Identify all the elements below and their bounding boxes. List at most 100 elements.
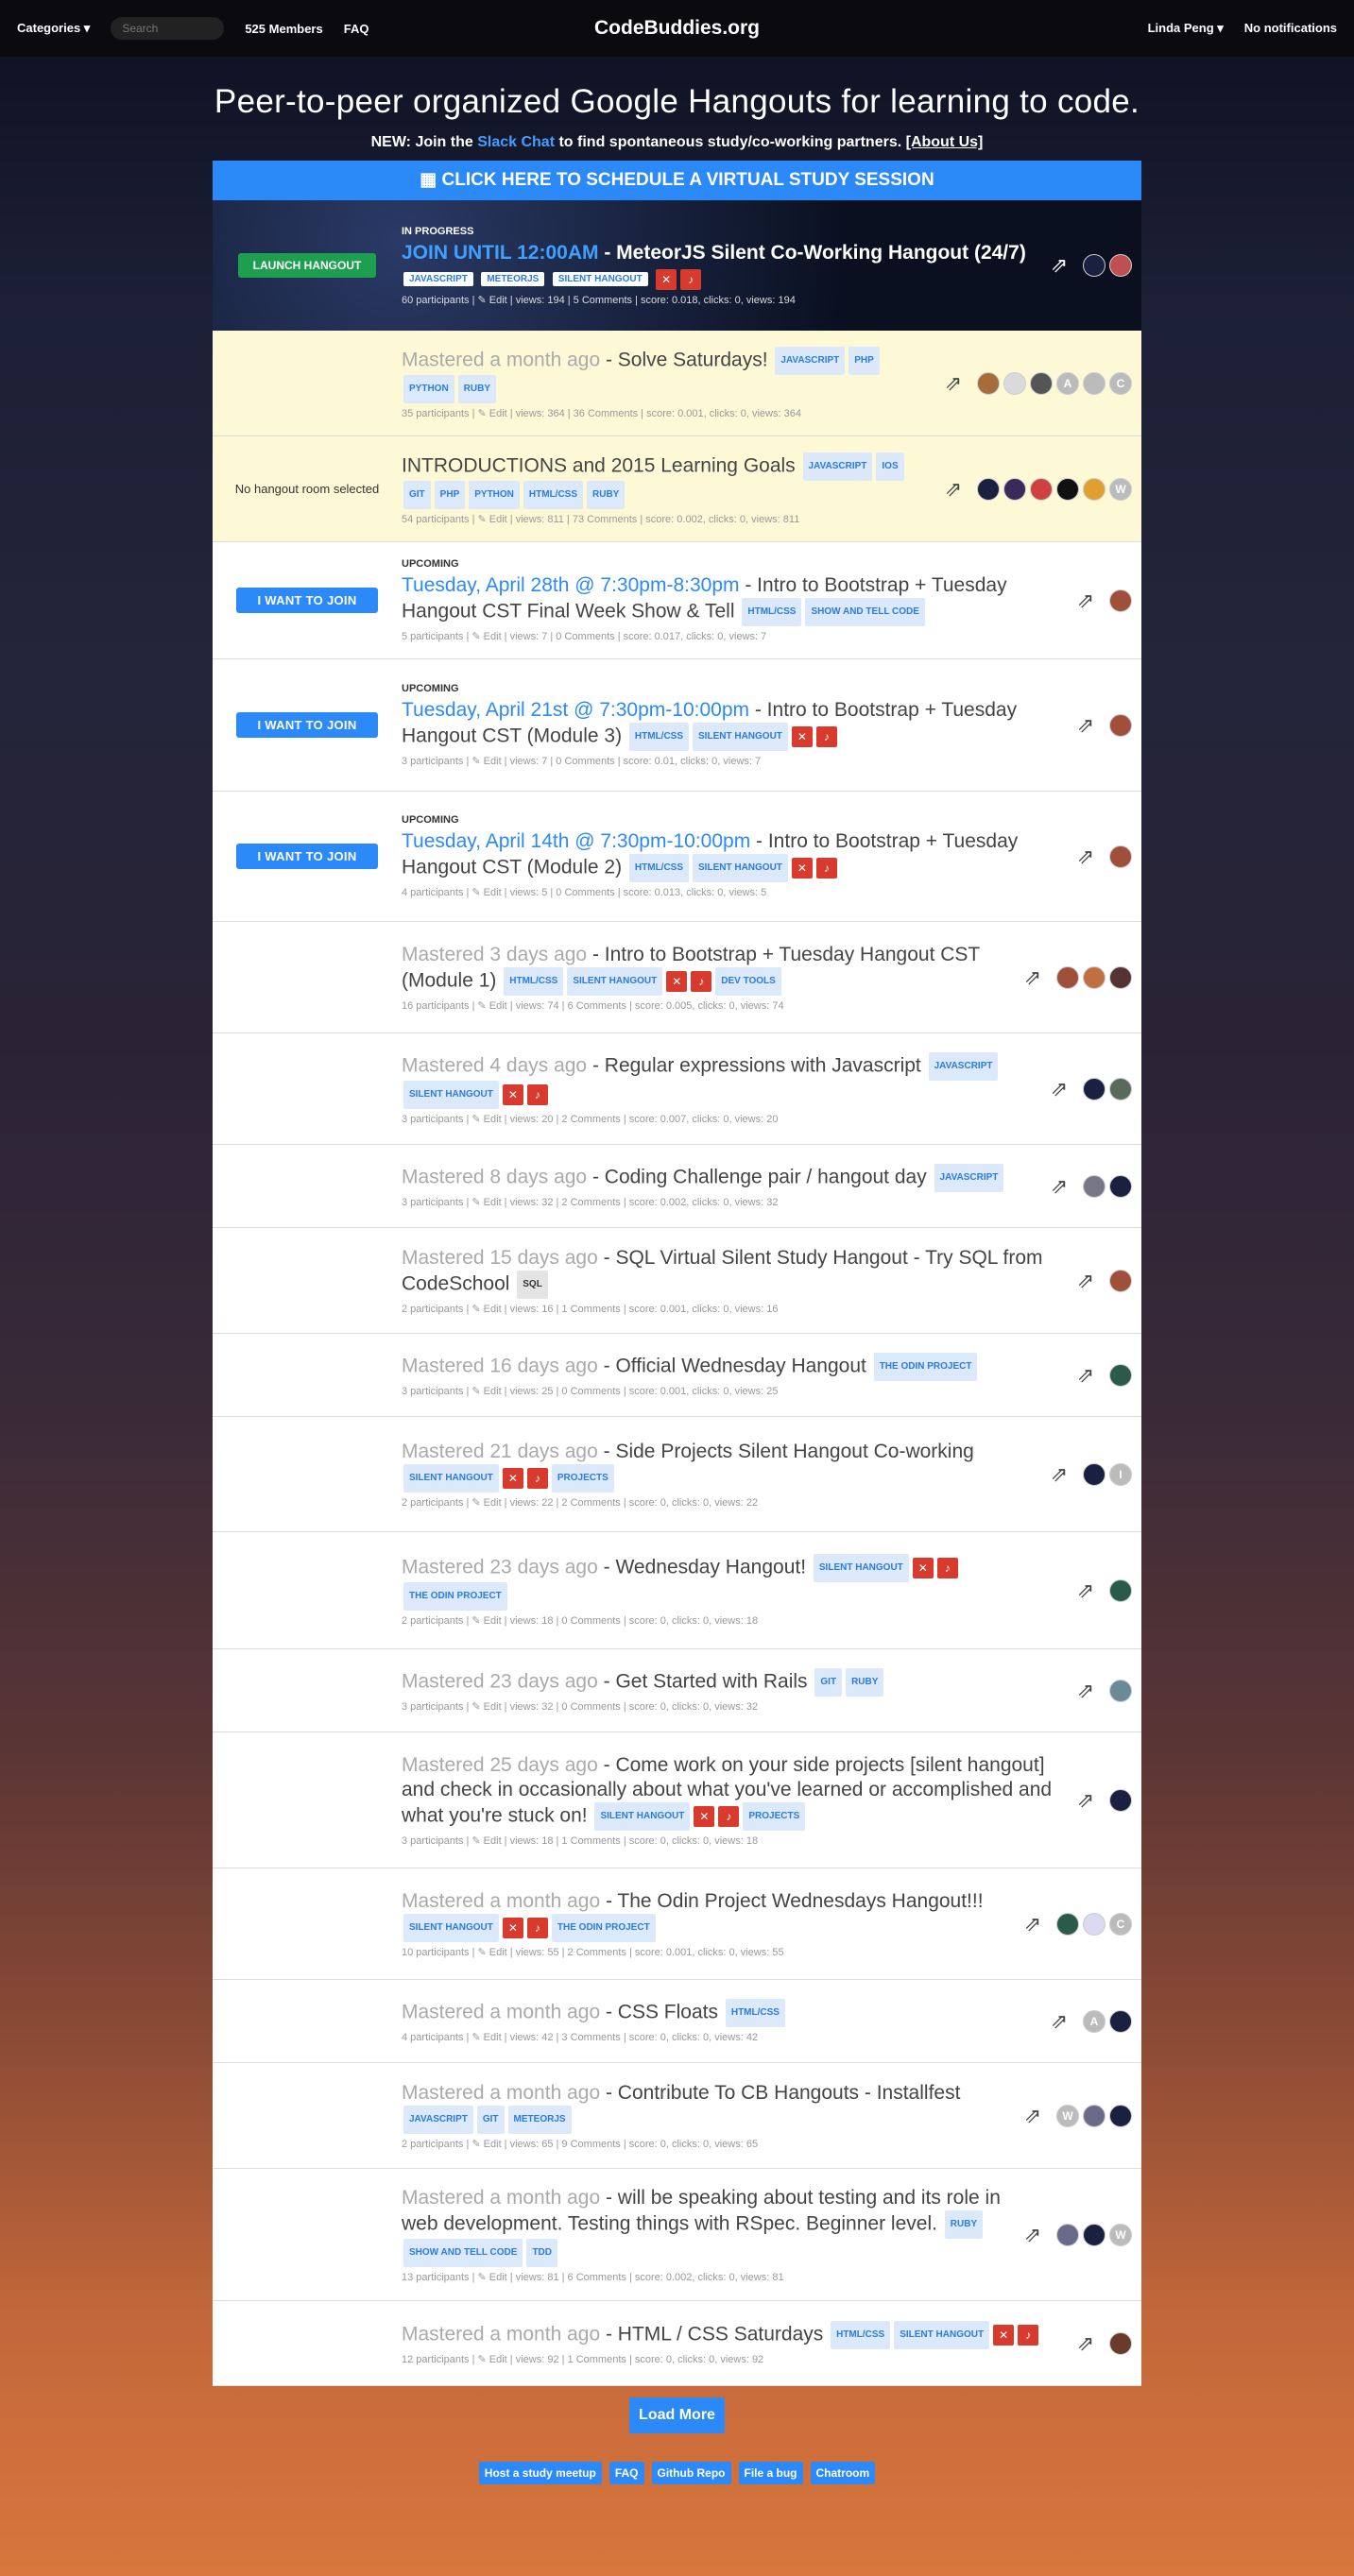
share-icon[interactable]: ⇗ [1020, 1912, 1045, 1936]
avatar[interactable]: I [1109, 1462, 1132, 1486]
share-icon[interactable]: ⇗ [1073, 2331, 1098, 2356]
footer-github[interactable]: Github Repo [651, 2462, 731, 2484]
hangout-title[interactable]: Mastered 23 days ago - Wednesday Hangout… [402, 1554, 1066, 1611]
avatar[interactable] [1083, 965, 1105, 989]
avatar[interactable] [1109, 713, 1132, 737]
search-input[interactable] [111, 17, 225, 40]
avatar[interactable] [1056, 1912, 1079, 1936]
avatar[interactable] [1083, 1462, 1105, 1486]
tag[interactable]: METEORJS [481, 272, 545, 286]
avatar[interactable] [1109, 965, 1132, 989]
tag[interactable]: SILENT HANGOUT [403, 1914, 499, 1942]
tag[interactable]: RUBY [457, 375, 497, 403]
hangout-title[interactable]: Mastered 3 days ago - Intro to Bootstrap… [402, 943, 1013, 996]
tag[interactable]: PYTHON [403, 375, 454, 403]
share-icon[interactable]: ⇗ [1073, 1363, 1098, 1388]
hangout-title[interactable]: Mastered a month ago - will be speaking … [402, 2186, 1013, 2267]
tag[interactable]: HTML/CSS [523, 481, 584, 509]
hangout-title[interactable]: Tuesday, April 28th @ 7:30pm-8:30pm - In… [402, 573, 1066, 626]
load-more-button[interactable]: Load More [629, 2397, 725, 2433]
avatar[interactable] [1083, 254, 1105, 277]
hangout-title[interactable]: JOIN UNTIL 12:00AM - MeteorJS Silent Co-… [402, 241, 1039, 265]
tag[interactable]: JAVASCRIPT [928, 1052, 999, 1081]
share-icon[interactable]: ⇗ [1073, 1269, 1098, 1293]
tag[interactable]: RUBY [944, 2210, 984, 2239]
user-menu[interactable]: Linda Peng ▾ [1148, 21, 1224, 36]
share-icon[interactable]: ⇗ [1073, 844, 1098, 869]
hangout-title[interactable]: Mastered a month ago - Contribute To CB … [402, 2081, 1013, 2134]
share-icon[interactable]: ⇗ [1073, 713, 1098, 738]
footer-host-meetup[interactable]: Host a study meetup [478, 2462, 602, 2484]
share-icon[interactable]: ⇗ [1047, 1077, 1071, 1101]
avatar[interactable] [1030, 477, 1053, 501]
avatar[interactable] [1109, 1679, 1132, 1702]
avatar[interactable] [1109, 1578, 1132, 1602]
share-icon[interactable]: ⇗ [1047, 1174, 1071, 1199]
avatar[interactable] [1109, 2009, 1132, 2033]
tag[interactable]: SILENT HANGOUT [693, 854, 788, 882]
tag[interactable]: THE ODIN PROJECT [403, 1582, 507, 1611]
hangout-title[interactable]: Mastered a month ago - The Odin Project … [402, 1889, 1013, 1942]
avatar[interactable] [1083, 1077, 1105, 1100]
tag[interactable]: PROJECTS [551, 1464, 614, 1493]
share-icon[interactable]: ⇗ [1047, 253, 1071, 278]
tag[interactable]: RUBY [846, 1668, 884, 1697]
avatar[interactable] [1109, 844, 1132, 868]
avatar[interactable] [1109, 1788, 1132, 1812]
tag[interactable]: THE ODIN PROJECT [873, 1353, 978, 1381]
footer-chatroom[interactable]: Chatroom [810, 2462, 876, 2484]
avatar[interactable]: C [1109, 371, 1132, 395]
tag[interactable]: HTML/CSS [504, 967, 564, 996]
avatar[interactable] [1056, 965, 1079, 989]
tag[interactable]: PYTHON [469, 481, 520, 509]
avatar[interactable] [1003, 477, 1026, 501]
footer-bug[interactable]: File a bug [738, 2462, 803, 2484]
avatar[interactable] [1109, 1077, 1132, 1100]
avatar[interactable]: W [1109, 477, 1132, 501]
hangout-title[interactable]: Mastered 25 days ago - Come work on your… [402, 1753, 1066, 1831]
hangout-title[interactable]: Mastered 21 days ago - Side Projects Sil… [402, 1440, 1039, 1493]
avatar[interactable] [1083, 477, 1105, 501]
members-link[interactable]: 525 Members [245, 22, 322, 36]
share-icon[interactable]: ⇗ [1020, 2223, 1045, 2247]
tag[interactable]: GIT [814, 1668, 843, 1697]
share-icon[interactable]: ⇗ [1073, 1578, 1098, 1603]
tag[interactable]: HTML/CSS [742, 598, 802, 626]
share-icon[interactable]: ⇗ [1073, 1679, 1098, 1703]
avatar[interactable] [1109, 1174, 1132, 1198]
avatar[interactable] [1083, 2223, 1105, 2246]
brand-logo[interactable]: CodeBuddies.org [594, 17, 760, 40]
tag[interactable]: THE ODIN PROJECT [551, 1914, 656, 1942]
share-icon[interactable]: ⇗ [941, 371, 966, 396]
schedule-session-button[interactable]: ▦ CLICK HERE TO SCHEDULE A VIRTUAL STUDY… [213, 161, 1141, 200]
tag[interactable]: TDD [526, 2239, 558, 2267]
avatar[interactable]: W [1109, 2223, 1132, 2246]
tag[interactable]: JAVASCRIPT [403, 2106, 473, 2134]
avatar[interactable] [1003, 371, 1026, 395]
share-icon[interactable]: ⇗ [1047, 1462, 1071, 1487]
tag[interactable]: SHOW AND TELL CODE [805, 598, 925, 626]
tag[interactable]: GIT [476, 2106, 505, 2134]
tag[interactable]: SILENT HANGOUT [693, 723, 788, 751]
tag[interactable]: SILENT HANGOUT [403, 1464, 499, 1493]
join-button[interactable]: I WANT TO JOIN [236, 712, 378, 738]
tag[interactable]: HTML/CSS [831, 2321, 891, 2349]
tag[interactable]: SHOW AND TELL CODE [403, 2239, 523, 2267]
hangout-title[interactable]: INTRODUCTIONS and 2015 Learning Goals JA… [402, 452, 934, 509]
tag[interactable]: PROJECTS [743, 1802, 806, 1831]
share-icon[interactable]: ⇗ [1073, 589, 1098, 613]
join-button[interactable]: I WANT TO JOIN [236, 588, 378, 613]
share-icon[interactable]: ⇗ [1020, 965, 1045, 990]
avatar[interactable] [977, 371, 1000, 395]
hangout-title[interactable]: Mastered 16 days ago - Official Wednesda… [402, 1353, 1066, 1381]
tag[interactable]: JAVASCRIPT [775, 347, 846, 375]
tag[interactable]: DEV TOOLS [715, 967, 781, 996]
tag[interactable]: SILENT HANGOUT [552, 272, 648, 286]
hangout-title[interactable]: Mastered 23 days ago - Get Started with … [402, 1668, 1066, 1697]
avatar[interactable] [1083, 1174, 1105, 1198]
tag[interactable]: RUBY [587, 481, 626, 509]
tag[interactable]: PHP [848, 347, 880, 375]
share-icon[interactable]: ⇗ [941, 477, 966, 502]
join-button[interactable]: I WANT TO JOIN [236, 844, 378, 869]
categories-dropdown[interactable]: Categories ▾ [17, 21, 90, 36]
